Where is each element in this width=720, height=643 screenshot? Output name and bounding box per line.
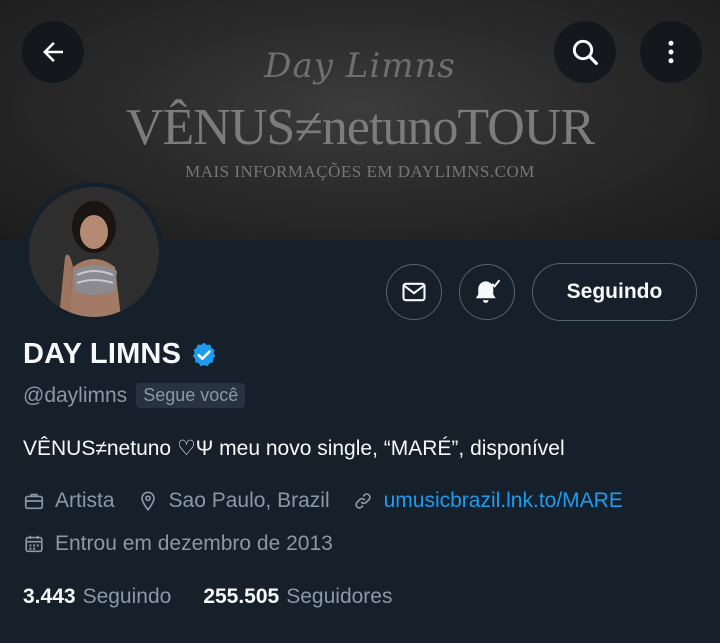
avatar-image — [29, 187, 159, 317]
follows-you-badge: Segue você — [136, 383, 246, 408]
avatar[interactable] — [24, 182, 164, 322]
search-icon — [572, 39, 598, 65]
joined-label: Entrou em dezembro de 2013 — [55, 532, 333, 555]
followers-label: Seguidores — [286, 585, 393, 608]
joined-item: Entrou em dezembro de 2013 — [23, 532, 333, 556]
following-label: Seguindo — [82, 585, 172, 608]
message-button[interactable] — [386, 264, 442, 320]
location-item: Sao Paulo, Brazil — [137, 489, 330, 513]
calendar-icon — [25, 535, 43, 553]
more-button[interactable] — [640, 21, 702, 83]
bio-text: VÊNUS≠netuno ♡Ψ meu novo single, “MARÉ”,… — [23, 437, 565, 460]
handle-row: @daylimns Segue você — [23, 383, 246, 408]
name-row: DAY LIMNS — [23, 338, 218, 371]
follow-stats: 3.443 Seguindo 255.505 Seguidores — [23, 585, 424, 609]
arrow-left-icon — [43, 42, 63, 62]
more-vertical-icon — [668, 40, 674, 64]
banner-subtitle: MAIS INFORMAÇÕES EM DAYLIMNS.COM — [185, 162, 535, 181]
category-label: Artista — [55, 489, 115, 512]
category-item: Artista — [23, 489, 115, 513]
location-label: Sao Paulo, Brazil — [168, 489, 330, 512]
website-item[interactable]: umusicbrazil.lnk.to/MARE — [352, 489, 623, 513]
verified-badge-icon[interactable] — [190, 341, 218, 369]
joined-row: Entrou em dezembro de 2013 — [23, 532, 355, 556]
banner-title: VÊNUS≠netunoTOUR — [125, 99, 595, 156]
notifications-button[interactable] — [459, 264, 515, 320]
following-count: 3.443 — [23, 585, 76, 608]
display-name: DAY LIMNS — [23, 338, 182, 370]
bell-check-icon — [475, 279, 501, 303]
location-pin-icon — [140, 491, 155, 512]
back-button[interactable] — [22, 21, 84, 83]
link-icon — [354, 493, 371, 509]
briefcase-icon — [24, 493, 44, 510]
following-stat[interactable]: 3.443 Seguindo — [23, 585, 171, 609]
website-link[interactable]: umusicbrazil.lnk.to/MARE — [384, 489, 623, 513]
profile-meta-row: Artista Sao Paulo, Brazil umusicbrazil.l… — [23, 489, 645, 513]
following-button[interactable]: Seguindo — [532, 263, 697, 321]
followers-stat[interactable]: 255.505 Seguidores — [203, 585, 392, 609]
username-handle: @daylimns — [23, 383, 128, 407]
followers-count: 255.505 — [203, 585, 280, 608]
mail-icon — [402, 282, 426, 302]
search-button[interactable] — [554, 21, 616, 83]
